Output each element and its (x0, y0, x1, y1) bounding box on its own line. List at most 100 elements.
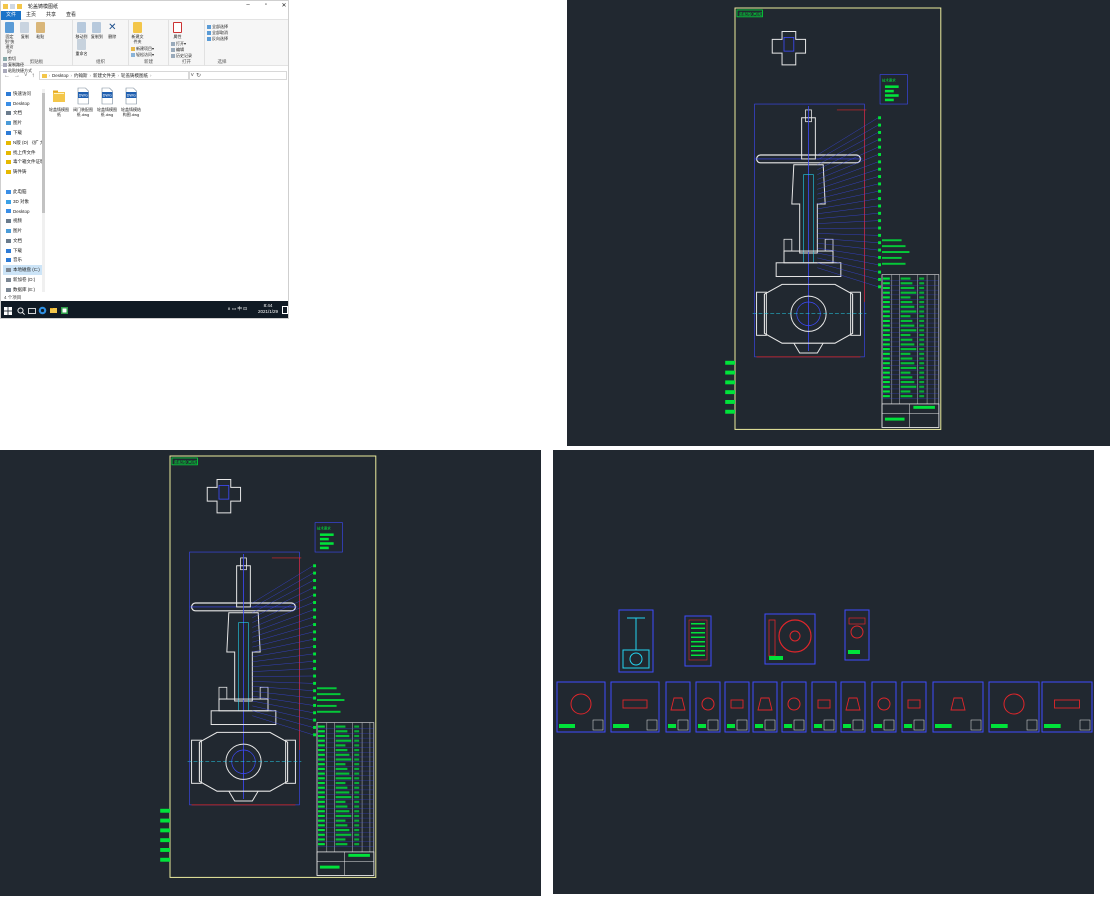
file-item[interactable]: DWG 阀门装配图纸.dwg (73, 87, 93, 117)
bom-cell (919, 305, 925, 308)
properties-button[interactable]: 属性 (171, 22, 184, 39)
back-arrow-icon[interactable]: ← (4, 73, 10, 79)
minimize-button[interactable]: – (244, 2, 252, 9)
search-input[interactable] (189, 71, 287, 80)
breadcrumb-desktop[interactable]: Desktop (52, 73, 69, 78)
nav-item[interactable]: 文档 (3, 236, 43, 246)
maximize-button[interactable]: ▫ (262, 2, 270, 9)
tab-home[interactable]: 主页 (21, 11, 41, 20)
file-explorer-icon[interactable] (48, 301, 59, 318)
copy-button[interactable]: 复制 (18, 22, 31, 39)
nav-item[interactable]: Desktop (3, 207, 43, 217)
breadcrumb-new-folder[interactable]: 新建文件夹 (93, 73, 116, 79)
bom-cell (354, 828, 360, 832)
nav-item[interactable]: 毒个箱文件证明 (3, 158, 43, 168)
tab-share[interactable]: 共享 (41, 11, 61, 20)
nav-item[interactable]: 数据库 (E:) (3, 285, 43, 295)
bom-cell (919, 376, 925, 379)
bom-cell (882, 329, 890, 332)
task-view-icon[interactable] (26, 301, 37, 318)
move-to-button[interactable]: 移动到 (75, 22, 88, 39)
balloon-marker (313, 571, 317, 575)
nav-item[interactable]: 本地磁盘 (C:) (3, 265, 43, 276)
nav-item[interactable]: 音乐 (3, 256, 43, 266)
bom-cell (882, 380, 890, 384)
bom-cell (335, 786, 348, 789)
nav-item[interactable]: 图片 (3, 226, 43, 236)
notification-icon[interactable] (282, 306, 288, 314)
nav-item[interactable]: 下载 (3, 246, 43, 256)
table-thumbnail-row (691, 636, 705, 638)
breadcrumb-user[interactable]: 约翰斯 (74, 73, 88, 79)
new-folder-icon[interactable] (17, 3, 22, 9)
nav-item-label: 找上传文件 (13, 149, 36, 155)
dwg-file-icon: DWG (76, 87, 90, 105)
title-block-text (755, 724, 763, 728)
nav-item[interactable]: 下载 (3, 128, 43, 138)
tab-file[interactable]: 文件 (1, 10, 21, 20)
bom-cell (900, 352, 911, 355)
browser-icon[interactable] (37, 301, 48, 318)
paste-button[interactable]: 粘贴 (34, 22, 47, 39)
bom-cell (335, 749, 348, 752)
file-item[interactable]: DWG 轮盖铸模结构图.dwg (121, 87, 141, 117)
bom-cell (919, 301, 925, 304)
bom-cell (919, 352, 925, 355)
bom-cell (354, 777, 360, 780)
table-thumbnail-row (691, 650, 705, 652)
note-line (317, 704, 337, 707)
tray-icons[interactable]: ∧ ▭ 中 ⊡ (227, 306, 247, 312)
easy-access-button[interactable]: 轻松访问▾ (131, 52, 154, 58)
cad-app-icon[interactable] (59, 301, 70, 318)
note-line (882, 245, 906, 248)
nav-item[interactable]: N版 (D) 《扩 大》 (3, 138, 43, 148)
folder-icon[interactable] (3, 3, 8, 9)
bom-cell (900, 310, 917, 313)
address-path[interactable]: › Desktop › 约翰斯 › 新建文件夹 › 轮盖铸模图纸 › (38, 71, 189, 80)
cad-viewport-bottom-right[interactable] (553, 450, 1094, 894)
delete-button[interactable]: ✕ 删除 (106, 22, 119, 39)
recent-chevron-icon[interactable]: ˅ (24, 73, 28, 79)
nav-item[interactable]: Desktop (3, 99, 43, 109)
rename-button[interactable]: 重命名 (75, 39, 88, 56)
properties-icon[interactable] (10, 3, 15, 9)
nav-item[interactable]: 视频 (3, 216, 43, 226)
file-item[interactable]: DWG 轮盖铸模图纸.dwg (97, 87, 117, 117)
system-tray: ∧ ▭ 中 ⊡ 8:44 2021/1/29 (227, 303, 278, 315)
pin-quick-access-button[interactable]: 固定到"快速访问" (3, 22, 16, 54)
nav-item[interactable]: 找上传文件 (3, 148, 43, 158)
breadcrumb-current[interactable]: 轮盖铸模图纸 (121, 73, 148, 79)
close-button[interactable]: ✕ (280, 2, 288, 9)
scrollbar-thumb[interactable] (42, 93, 45, 213)
forward-arrow-icon[interactable]: → (14, 73, 20, 79)
search-icon[interactable] (15, 301, 26, 318)
margin-mark (725, 360, 735, 365)
nav-item[interactable]: 图片 (3, 118, 43, 128)
invert-selection-button[interactable]: 反向选择 (207, 36, 237, 42)
navigation-scrollbar[interactable] (42, 89, 45, 292)
tab-view[interactable]: 查看 (61, 11, 81, 20)
clock[interactable]: 8:44 2021/1/29 (258, 303, 278, 315)
file-item[interactable]: 轮盖铸模图纸 (49, 87, 69, 117)
nav-item[interactable]: 铸件铸 (3, 167, 43, 177)
bom-cell (335, 781, 346, 785)
cad-viewport-bottom-left[interactable]: 装配图(闸阀) 技术要求 (0, 450, 541, 896)
nav-item[interactable]: 快速访问 (3, 89, 43, 99)
bom-cell (919, 362, 925, 365)
bom-cell (919, 390, 925, 393)
copy-to-button[interactable]: 复制到 (90, 22, 103, 39)
nav-item[interactable]: 3D 对象 (3, 197, 43, 207)
bom-cell (919, 395, 925, 398)
bom-cell (354, 767, 360, 770)
cad-background (0, 450, 541, 896)
cad-viewport-top-right[interactable]: 装配图(闸阀) 技术要求 (567, 0, 1110, 446)
nav-item (3, 177, 43, 187)
windows-start-icon[interactable] (1, 301, 15, 318)
nav-item[interactable]: 此电脑 (3, 187, 43, 197)
nav-item[interactable]: 新加卷 (D:) (3, 275, 43, 285)
nav-item-label: 图片 (13, 228, 22, 234)
nav-item-icon (6, 258, 11, 263)
new-folder-button[interactable]: 新建文件夹 (131, 22, 144, 44)
up-arrow-icon[interactable]: ↑ (32, 73, 35, 79)
nav-item[interactable]: 文档 (3, 109, 43, 119)
